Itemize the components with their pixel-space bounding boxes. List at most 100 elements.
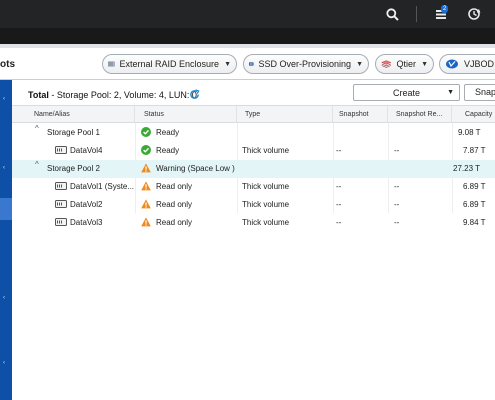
- storage-window: ots External RAID Enclosure ▼ SSD Over-P…: [0, 44, 495, 400]
- chevron-left-icon[interactable]: ‹: [3, 360, 9, 366]
- volume-icon: [55, 182, 67, 191]
- column-header-capacity[interactable]: Capacity: [452, 106, 495, 123]
- row-name: Storage Pool 2: [47, 164, 100, 173]
- warning-icon: [141, 199, 151, 209]
- row-name-text: DataVol3: [70, 218, 103, 227]
- chevron-left-icon[interactable]: ‹: [3, 165, 9, 171]
- volume-icon: [55, 218, 67, 227]
- topbar-divider: [416, 6, 417, 22]
- row-name-text: DataVol2: [70, 200, 103, 209]
- column-header-name[interactable]: Name/Alias: [12, 106, 135, 123]
- row-status-text: Read only: [156, 182, 193, 191]
- raid-enclosure-icon: [108, 61, 115, 67]
- row-status-text: Read only: [156, 200, 193, 209]
- row-capacity: 7.87 T: [463, 146, 486, 155]
- row-status-text: Ready: [156, 128, 180, 137]
- row-status: Read only: [141, 178, 192, 196]
- column-header-snapshot[interactable]: Snapshot: [333, 106, 388, 123]
- ssd-over-provisioning-label: SSD Over-Provisioning: [258, 59, 352, 69]
- row-status: Ready: [141, 124, 179, 142]
- chevron-down-icon: ▼: [421, 60, 428, 68]
- top-bar: 2: [0, 0, 495, 28]
- row-type: Thick volume: [242, 146, 290, 155]
- row-status-text: Read only: [156, 218, 193, 227]
- page-title: ots: [0, 59, 15, 70]
- table-row-datavol1[interactable]: DataVol1 (Syste... Read only Thick volum…: [12, 178, 495, 196]
- search-icon[interactable]: [383, 5, 401, 23]
- snapshot-label: Snap: [475, 87, 495, 97]
- warning-icon: [141, 217, 151, 227]
- left-navigation[interactable]: ‹ ‹ ‹ ‹: [0, 80, 12, 400]
- notification-count-badge: 2: [441, 5, 449, 13]
- row-type: Thick volume: [242, 182, 290, 191]
- create-label: Create: [392, 87, 420, 98]
- table-row-datavol4[interactable]: DataVol4 Ready Thick volume -- -- 7.87 T: [12, 142, 495, 160]
- notification-icon[interactable]: 2: [432, 5, 450, 23]
- row-name: DataVol4: [55, 142, 102, 160]
- qtier-icon: [381, 60, 392, 68]
- row-capacity: 6.89 T: [463, 182, 486, 191]
- row-snapshot-reserve: --: [394, 218, 400, 227]
- row-status: Warning (Space Low ): [141, 160, 235, 178]
- row-status: Read only: [141, 214, 192, 232]
- chevron-left-icon[interactable]: ‹: [3, 295, 9, 301]
- ssd-over-provisioning-button[interactable]: SSD Over-Provisioning ▼: [243, 54, 369, 74]
- row-name-text: DataVol4: [70, 146, 103, 155]
- row-capacity: 27.23 T: [453, 164, 480, 173]
- column-header-snapshot-reserve[interactable]: Snapshot Re...: [388, 106, 452, 123]
- table-row-datavol2[interactable]: DataVol2 Read only Thick volume -- -- 6.…: [12, 196, 495, 214]
- row-type: Thick volume: [242, 218, 290, 227]
- row-name: Storage Pool 1: [47, 128, 100, 137]
- chevron-down-icon: ▼: [447, 89, 454, 96]
- row-snapshot: --: [336, 146, 342, 155]
- table-row-datavol3[interactable]: DataVol3 Read only Thick volume -- -- 9.…: [12, 214, 495, 232]
- row-snapshot: --: [336, 218, 342, 227]
- row-status: Ready: [141, 142, 179, 160]
- row-status: Read only: [141, 196, 192, 214]
- row-snapshot-reserve: --: [394, 146, 400, 155]
- row-name: DataVol2: [55, 196, 102, 214]
- row-snapshot: --: [336, 182, 342, 191]
- collapse-chevron-icon[interactable]: ^: [35, 160, 39, 169]
- chevron-down-icon: ▼: [224, 60, 231, 68]
- row-snapshot-reserve: --: [394, 182, 400, 191]
- ready-check-icon: [141, 126, 151, 137]
- row-name-text: DataVol1 (Syste...: [70, 182, 135, 191]
- collapse-chevron-icon[interactable]: ^: [35, 124, 39, 133]
- table-row-storage-pool-1[interactable]: ^ Storage Pool 1 Ready 9.08 T: [12, 124, 495, 142]
- row-name: DataVol1 (Syste...: [55, 178, 135, 196]
- qtier-button[interactable]: Qtier ▼: [375, 54, 434, 74]
- qtier-label: Qtier: [396, 59, 417, 69]
- table-header: Name/Alias Status Type Snapshot Snapshot…: [12, 105, 495, 123]
- ssd-icon: [249, 62, 254, 66]
- ready-check-icon: [141, 144, 151, 155]
- warning-icon: [141, 163, 151, 173]
- row-type: Thick volume: [242, 200, 290, 209]
- row-snapshot: --: [336, 200, 342, 209]
- snapshot-button[interactable]: Snap: [464, 84, 495, 101]
- refresh-icon[interactable]: [189, 89, 200, 100]
- row-snapshot-reserve: --: [394, 200, 400, 209]
- row-capacity: 9.84 T: [463, 218, 486, 227]
- chevron-left-icon[interactable]: ‹: [3, 96, 9, 102]
- total-detail: - Storage Pool: 2, Volume: 4, LUN: 0: [51, 90, 197, 100]
- volume-icon: [55, 200, 67, 209]
- volume-icon: [55, 146, 67, 155]
- row-status-text: Ready: [156, 146, 180, 155]
- resource-monitor-icon[interactable]: [465, 5, 483, 23]
- row-capacity: 6.89 T: [463, 200, 486, 209]
- warning-icon: [141, 181, 151, 191]
- vjbod-label: VJBOD: [464, 59, 495, 69]
- chevron-down-icon: ▼: [356, 60, 363, 68]
- create-button[interactable]: Create ▼: [353, 84, 460, 101]
- column-header-status[interactable]: Status: [135, 106, 237, 123]
- row-status-text: Warning (Space Low ): [156, 164, 235, 173]
- vjbod-button[interactable]: VJBOD: [439, 54, 495, 74]
- vjbod-icon: [446, 59, 458, 69]
- column-header-type[interactable]: Type: [237, 106, 333, 123]
- external-raid-enclosure-button[interactable]: External RAID Enclosure ▼: [102, 54, 237, 74]
- left-nav-selected-item[interactable]: [0, 198, 12, 220]
- desktop-strip: [0, 28, 495, 44]
- table-row-storage-pool-2[interactable]: ^ Storage Pool 2 Warning (Space Low ) 27…: [12, 160, 495, 178]
- external-raid-enclosure-label: External RAID Enclosure: [119, 59, 220, 69]
